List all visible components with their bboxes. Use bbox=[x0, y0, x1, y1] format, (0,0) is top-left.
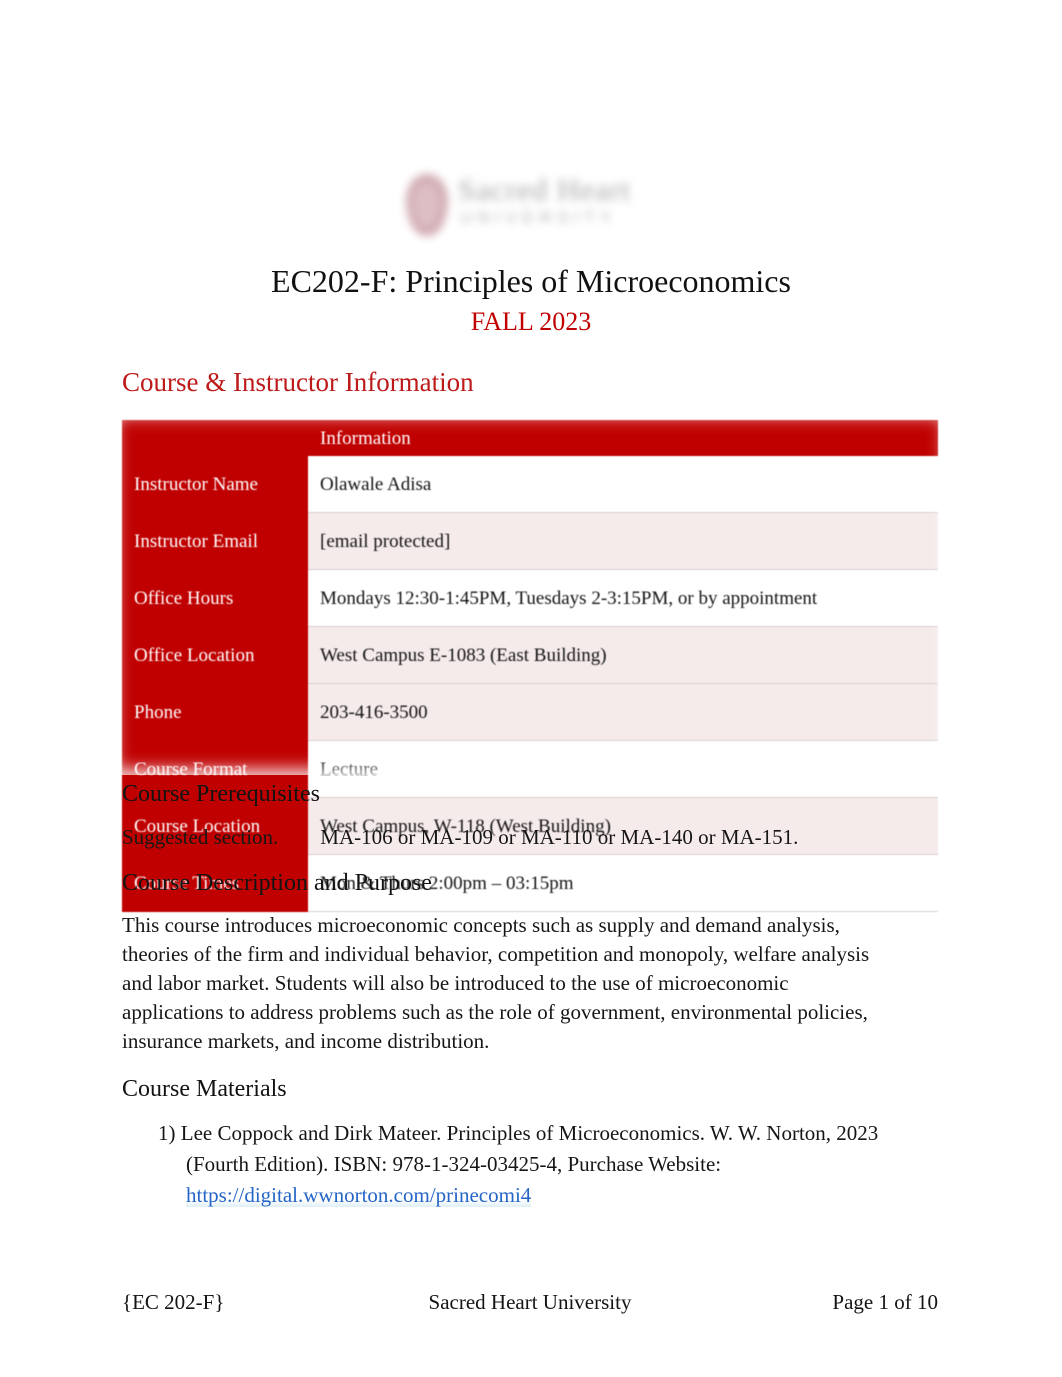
course-description-text: This course introduces microeconomic con… bbox=[122, 913, 870, 1053]
course-prerequisites-text: Suggested section. MA-106 or MA-109 or M… bbox=[122, 825, 799, 849]
row-value: Mondays 12:30-1:45PM, Tuesdays 2-3:15PM,… bbox=[308, 569, 938, 627]
row-value: 203-416-3500 bbox=[308, 683, 938, 741]
footer-center: Sacred Heart University bbox=[428, 1290, 632, 1314]
list-item-text: Lee Coppock and Dirk Mateer. Principles … bbox=[180, 1121, 879, 1176]
list-item: 1) Lee Coppock and Dirk Mateer. Principl… bbox=[122, 1118, 912, 1211]
purchase-website-link[interactable]: https://digital.wwnorton.com/prinecomi4 bbox=[186, 1183, 532, 1207]
table-row: Instructor Email [email protected] bbox=[122, 512, 938, 570]
page-subtitle: FALL 2023 bbox=[470, 307, 592, 336]
row-label: Office Location bbox=[122, 626, 308, 684]
logo-subtitle: UNIVERSITY bbox=[460, 208, 618, 227]
course-materials-list: 1) Lee Coppock and Dirk Mateer. Principl… bbox=[122, 1118, 912, 1211]
row-value: [email protected] bbox=[308, 512, 938, 570]
university-logo: Sacred Heart UNIVERSITY bbox=[396, 168, 686, 244]
page-footer: Sacred Heart University {EC 202-F} Page … bbox=[122, 1287, 938, 1317]
list-marker: 1) bbox=[158, 1121, 176, 1145]
table-header-value-col: Information bbox=[308, 420, 938, 456]
row-value: West Campus E-1083 (East Building) bbox=[308, 626, 938, 684]
heading-course-prerequisites: Course Prerequisites bbox=[122, 781, 320, 807]
footer-left: {EC 202-F} bbox=[122, 1290, 225, 1314]
row-value: Olawale Adisa bbox=[308, 456, 938, 513]
heading-course-instructor-information: Course & Instructor Information bbox=[122, 367, 474, 397]
heading-course-description: Course Description and Purpose bbox=[122, 870, 432, 896]
table-row: Office Hours Mondays 12:30-1:45PM, Tuesd… bbox=[122, 569, 938, 627]
logo-wordmark: Sacred Heart bbox=[458, 172, 631, 207]
page-title: EC202-F: Principles of Microeconomics bbox=[271, 263, 791, 299]
shield-icon bbox=[406, 174, 448, 236]
syllabus-page: Sacred Heart UNIVERSITY EC202-F: Princip… bbox=[0, 0, 1062, 1377]
row-label: Office Hours bbox=[122, 569, 308, 627]
table-row: Office Location West Campus E-1083 (East… bbox=[122, 626, 938, 684]
heading-course-materials: Course Materials bbox=[122, 1076, 287, 1102]
table-header-label-col bbox=[122, 420, 308, 456]
table-row: Phone 203-416-3500 bbox=[122, 683, 938, 741]
row-label: Instructor Email bbox=[122, 512, 308, 570]
footer-right: Page 1 of 10 bbox=[832, 1290, 938, 1314]
table-header-row: Information bbox=[122, 420, 938, 456]
table-row: Instructor Name Olawale Adisa bbox=[122, 456, 938, 513]
row-label: Instructor Name bbox=[122, 456, 308, 513]
row-label: Phone bbox=[122, 683, 308, 741]
row-value: Lecture bbox=[308, 740, 938, 798]
